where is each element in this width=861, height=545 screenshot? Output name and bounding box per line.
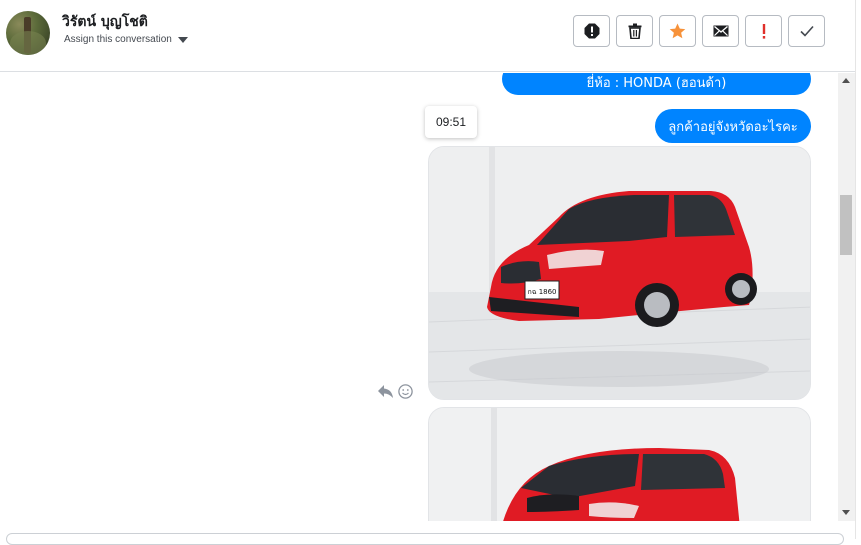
- car-photo-attachment[interactable]: [428, 407, 811, 521]
- delete-button[interactable]: [616, 15, 653, 47]
- scrollbar[interactable]: [838, 73, 855, 521]
- assign-label: Assign this conversation: [64, 34, 172, 45]
- message-bubble-province[interactable]: ลูกค้าอยู่จังหวัดอะไรคะ: [655, 109, 811, 143]
- smiley-icon[interactable]: [398, 384, 413, 399]
- done-button[interactable]: [788, 15, 825, 47]
- scroll-thumb[interactable]: [840, 195, 852, 255]
- reply-icon[interactable]: [377, 384, 394, 399]
- message-thread: ยี่ห้อ : HONDA (ฮอนด้า) 09:51 ลูกค้าอยู่…: [0, 73, 838, 521]
- mail-button[interactable]: [702, 15, 739, 47]
- exclamation-octagon-icon: [584, 23, 599, 39]
- alert-octagon-button[interactable]: [573, 15, 610, 47]
- conversation-header: วิรัตน์ บุญโชติ Assign this conversation: [0, 0, 861, 72]
- window-edge: [855, 0, 861, 539]
- scroll-down-arrow-icon[interactable]: [842, 510, 850, 515]
- red-hatchback-image: กฉ 1860: [429, 147, 810, 399]
- action-toolbar: [573, 15, 825, 47]
- message-composer[interactable]: [6, 533, 844, 545]
- envelope-icon: [713, 25, 728, 37]
- exclamation-icon: [762, 24, 765, 39]
- message-text: ลูกค้าอยู่จังหวัดอะไรคะ: [668, 119, 798, 135]
- caret-down-icon: [177, 36, 188, 43]
- avatar[interactable]: [6, 11, 50, 55]
- message-text: ยี่ห้อ : HONDA (ฮอนด้า): [586, 75, 727, 91]
- important-button[interactable]: [745, 15, 782, 47]
- scroll-up-arrow-icon[interactable]: [842, 78, 850, 83]
- car-photo-attachment[interactable]: กฉ 1860: [428, 146, 811, 400]
- assign-conversation-dropdown[interactable]: Assign this conversation: [64, 34, 188, 45]
- red-hatchback-image: [429, 408, 810, 521]
- star-icon: [669, 23, 686, 39]
- trash-icon: [628, 23, 641, 39]
- star-button[interactable]: [659, 15, 696, 47]
- license-plate: กฉ 1860: [527, 288, 556, 296]
- message-bubble-brand[interactable]: ยี่ห้อ : HONDA (ฮอนด้า): [502, 73, 811, 95]
- timestamp-tooltip: 09:51: [425, 106, 477, 138]
- message-reactions: [377, 384, 413, 399]
- contact-name: วิรัตน์ บุญโชติ: [62, 14, 148, 30]
- check-icon: [799, 25, 814, 37]
